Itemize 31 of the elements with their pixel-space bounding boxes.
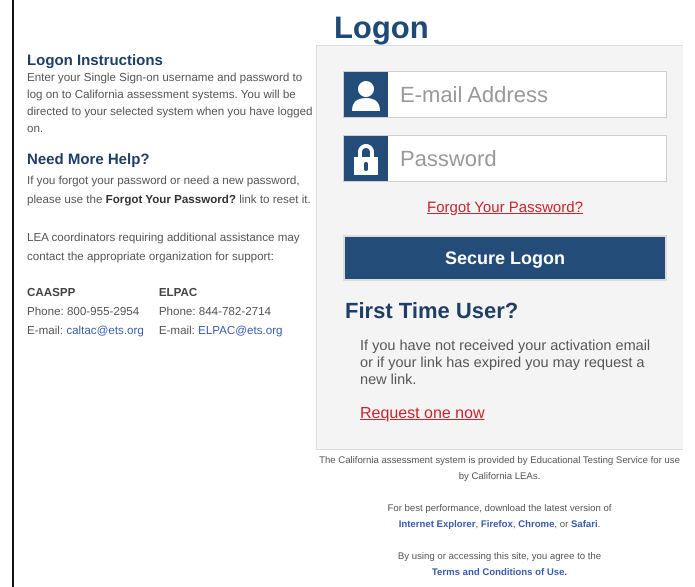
browser-link[interactable]: Safari (570, 519, 598, 530)
instructions-text: Enter your Single Sign-on username and password to log on to California assessment systems. You will be directed to your selected system when you have logged on. (27, 70, 314, 137)
email-label: E-mail: (27, 324, 64, 337)
provider-text: The California assessment system is provided by Educational Testing Service for use by California LEAs. (318, 454, 681, 484)
browser-link[interactable]: Firefox (480, 519, 513, 530)
separator-text: , (475, 519, 480, 530)
help-text: If you forgot your password or need a new password, please use the Forgot Your Password? link to reset it. (27, 173, 312, 208)
email-label: E-mail: (158, 324, 195, 337)
section-heading: First Time User? (345, 298, 520, 324)
forgot-password-link[interactable]: Forgot Your Password? (427, 199, 583, 216)
browser-text: For best performance, download the latest version of (386, 502, 612, 516)
organization-name: ELPAC (158, 285, 198, 301)
separator-text: . (598, 519, 600, 530)
phone-number: Phone: 844-782-2714 (158, 304, 272, 320)
request-link[interactable]: Request one now (360, 405, 485, 422)
email-link[interactable]: ELPAC@ets.org (198, 324, 282, 337)
terms-link[interactable]: Terms and Conditions of Use. (432, 567, 568, 578)
browser-link[interactable]: Internet Explorer (398, 519, 476, 530)
phone-number: Phone: 800-955-2954 (27, 304, 140, 320)
page-title: Logon (333, 9, 430, 45)
section-heading: Logon Instructions (27, 52, 164, 69)
secure-logon-button[interactable]: Secure Logon (343, 235, 667, 281)
browser-link[interactable]: Chrome (518, 519, 554, 530)
organization-name: CAASPP (27, 285, 76, 301)
first-time-text: If you have not received your activation email or if your link has expired you may request a new link. (360, 338, 652, 389)
terms-text: By using or accessing this site, you agree to the (396, 550, 602, 564)
section-heading: Need More Help? (27, 151, 151, 168)
separator-text: , or (554, 519, 570, 530)
email-link[interactable]: caltac@ets.org (66, 324, 144, 337)
help-text: LEA coordinators requiring additional assistance may contact the appropriate organization for support: (27, 230, 301, 265)
separator-text: , (512, 519, 516, 530)
